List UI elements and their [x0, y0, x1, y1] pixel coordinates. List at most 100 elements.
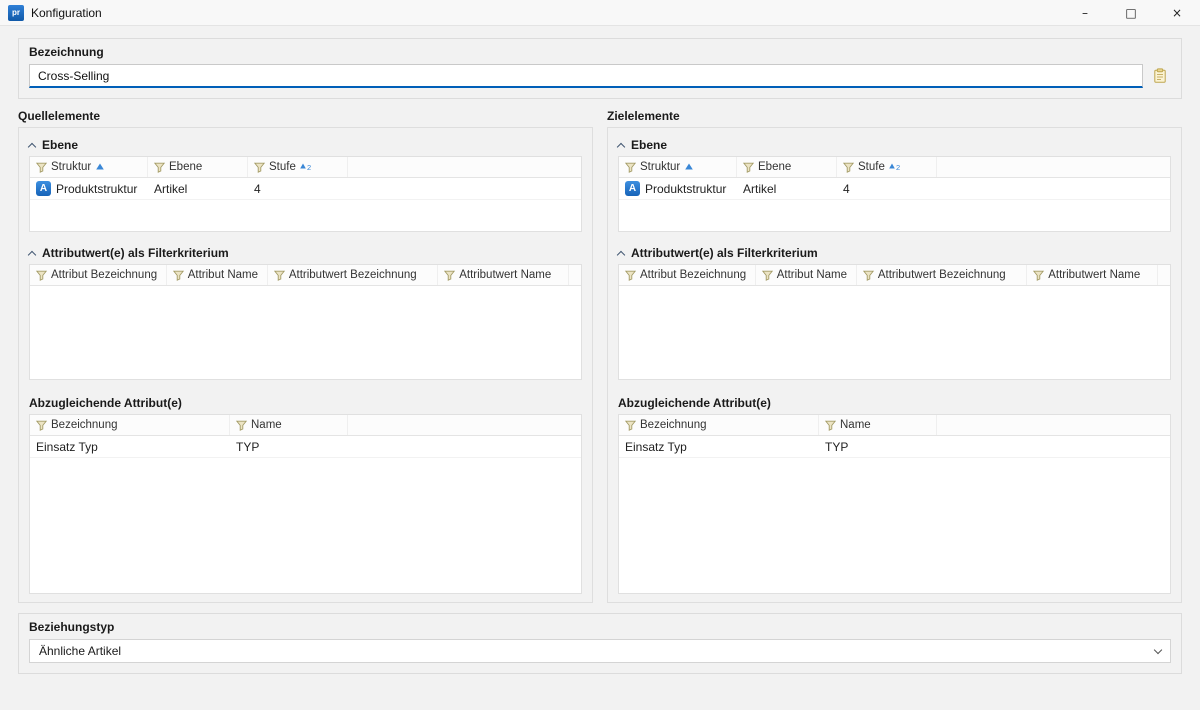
ebene-cell: Artikel [737, 178, 837, 199]
column-label: Ebene [758, 161, 791, 173]
column-label: Name [840, 419, 871, 431]
column-label: Bezeichnung [51, 419, 118, 431]
table-header-row: Attribut Bezeichnung Attribut Name Attri… [30, 265, 581, 286]
bezeichnung-label: Bezeichnung [29, 45, 1171, 59]
column-label: Attribut Name [777, 269, 847, 281]
table-row[interactable]: Einsatz Typ TYP [30, 436, 581, 458]
panel-title: Zielelemente [607, 109, 1182, 123]
column-header-attribut-bezeichnung[interactable]: Attribut Bezeichnung [30, 265, 167, 285]
filter-icon[interactable] [36, 162, 47, 173]
table-empty-area [619, 200, 1170, 231]
filter-table: Attribut Bezeichnung Attribut Name Attri… [29, 264, 582, 380]
column-header-ebene[interactable]: Ebene [737, 157, 837, 177]
filter-icon[interactable] [743, 162, 754, 173]
filter-icon[interactable] [762, 270, 773, 281]
filter-section-header[interactable]: Attributwert(e) als Filterkriterium [29, 244, 582, 262]
filter-icon[interactable] [173, 270, 184, 281]
filter-icon[interactable] [625, 420, 636, 431]
column-label: Attribut Bezeichnung [640, 269, 746, 281]
column-header-attribut-name[interactable]: Attribut Name [756, 265, 857, 285]
panel-box: Ebene Struktur Ebene [607, 127, 1182, 603]
column-header-attribut-name[interactable]: Attribut Name [167, 265, 268, 285]
collapse-icon [617, 142, 625, 150]
collapse-icon [28, 142, 36, 150]
column-label: Attributwert Bezeichnung [878, 269, 1006, 281]
bezeichnung-input-row [29, 64, 1171, 88]
source-target-columns: Quellelemente Ebene Struktur [18, 109, 1182, 603]
filter-icon[interactable] [843, 162, 854, 173]
column-header-attributwert-name[interactable]: Attributwert Name [438, 265, 569, 285]
table-header-row: Bezeichnung Name [30, 415, 581, 436]
column-label: Ebene [169, 161, 202, 173]
column-header-struktur[interactable]: Struktur [619, 157, 737, 177]
stufe-cell: 4 [837, 178, 937, 199]
filter-icon[interactable] [625, 162, 636, 173]
produktstruktur-icon: A [36, 181, 51, 196]
bezeichnung-group: Bezeichnung [18, 38, 1182, 99]
paste-button[interactable] [1149, 65, 1171, 87]
filter-icon[interactable] [825, 420, 836, 431]
cell-text: Einsatz Typ [36, 440, 98, 454]
column-header-bezeichnung[interactable]: Bezeichnung [619, 415, 819, 435]
sort-order-2-icon [889, 162, 902, 172]
maximize-button[interactable]: □ [1108, 0, 1154, 25]
column-label: Stufe [858, 161, 885, 173]
titlebar: pr Konfiguration – □ × [0, 0, 1200, 26]
filter-icon[interactable] [36, 270, 47, 281]
struktur-cell: A Produktstruktur [30, 178, 148, 199]
filter-icon[interactable] [444, 270, 455, 281]
filter-section-header[interactable]: Attributwert(e) als Filterkriterium [618, 244, 1171, 262]
table-empty-area [30, 286, 581, 379]
bezeichnung-input[interactable] [29, 64, 1143, 88]
column-header-bezeichnung[interactable]: Bezeichnung [30, 415, 230, 435]
close-button[interactable]: × [1154, 0, 1200, 25]
filter-icon[interactable] [236, 420, 247, 431]
filter-icon[interactable] [274, 270, 285, 281]
filter-icon[interactable] [254, 162, 265, 173]
column-header-attributwert-name[interactable]: Attributwert Name [1027, 265, 1158, 285]
filter-icon[interactable] [36, 420, 47, 431]
section-title: Attributwert(e) als Filterkriterium [42, 246, 229, 260]
column-header-stufe[interactable]: Stufe [248, 157, 348, 177]
column-header-filler [348, 157, 581, 177]
window-title: Konfiguration [31, 6, 102, 20]
table-header-row: Struktur Ebene Stufe [619, 157, 1170, 178]
attribute-table: Bezeichnung Name Einsatz Typ T [618, 414, 1171, 594]
filter-icon[interactable] [625, 270, 636, 281]
struktur-cell: A Produktstruktur [619, 178, 737, 199]
ebene-section-header[interactable]: Ebene [618, 136, 1171, 154]
ebene-table: Struktur Ebene Stufe [618, 156, 1171, 232]
beziehungstyp-group: Beziehungstyp Ähnliche Artikel [18, 613, 1182, 674]
zielelemente-panel: Zielelemente Ebene Struktur [607, 109, 1182, 603]
table-row[interactable]: A Produktstruktur Artikel 4 [30, 178, 581, 200]
column-header-attributwert-bezeichnung[interactable]: Attributwert Bezeichnung [857, 265, 1027, 285]
column-header-filler [348, 415, 581, 435]
cell-text: Produktstruktur [56, 182, 137, 196]
column-header-attributwert-bezeichnung[interactable]: Attributwert Bezeichnung [268, 265, 438, 285]
collapse-icon [28, 250, 36, 258]
column-header-attribut-bezeichnung[interactable]: Attribut Bezeichnung [619, 265, 756, 285]
table-row[interactable]: Einsatz Typ TYP [619, 436, 1170, 458]
column-header-stufe[interactable]: Stufe [837, 157, 937, 177]
beziehungstyp-select[interactable]: Ähnliche Artikel [29, 639, 1171, 663]
app-icon: pr [8, 5, 24, 21]
minimize-button[interactable]: – [1062, 0, 1108, 25]
cell-text: 4 [843, 182, 850, 196]
collapse-icon [617, 250, 625, 258]
column-header-struktur[interactable]: Struktur [30, 157, 148, 177]
column-label: Struktur [640, 161, 680, 173]
ebene-section-header[interactable]: Ebene [29, 136, 582, 154]
column-header-name[interactable]: Name [230, 415, 348, 435]
sort-ascending-icon [684, 162, 694, 172]
filter-icon[interactable] [154, 162, 165, 173]
dialog-content: Bezeichnung Quellelemente Ebene [0, 26, 1200, 710]
table-row[interactable]: A Produktstruktur Artikel 4 [619, 178, 1170, 200]
column-label: Stufe [269, 161, 296, 173]
cell-text: Artikel [743, 182, 776, 196]
section-title: Ebene [42, 138, 78, 152]
column-header-ebene[interactable]: Ebene [148, 157, 248, 177]
produktstruktur-icon: A [625, 181, 640, 196]
filter-icon[interactable] [1033, 270, 1044, 281]
filter-icon[interactable] [863, 270, 874, 281]
column-header-name[interactable]: Name [819, 415, 937, 435]
